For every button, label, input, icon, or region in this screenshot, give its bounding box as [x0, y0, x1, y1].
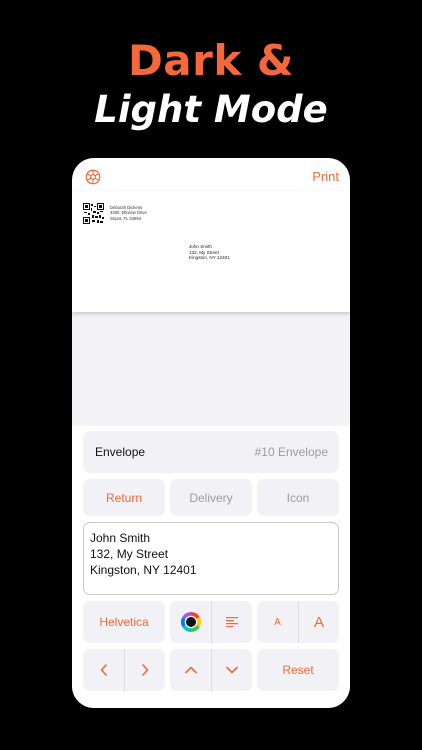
return-address: Deborah Dickens 3280, Elkview Drive Stua… [110, 205, 147, 221]
move-down-button[interactable] [212, 649, 252, 691]
chevron-left-icon [100, 664, 107, 676]
chevron-down-icon [226, 666, 238, 674]
envelope-type-value: #10 Envelope [254, 445, 328, 459]
envelope-type-label: Envelope [95, 445, 146, 459]
address-line: John Smith [90, 531, 151, 545]
font-size-decrease-button[interactable]: A [257, 601, 298, 643]
font-size-group: A A [257, 601, 339, 643]
top-toolbar: Print [72, 158, 350, 192]
horizontal-nudge-group [83, 649, 165, 691]
color-align-group [170, 601, 252, 643]
segment-return[interactable]: Return [83, 479, 165, 516]
delivery-address-line: Kingston, NY 12401 [189, 255, 230, 261]
move-right-button[interactable] [125, 649, 165, 691]
address-text-editor[interactable]: John Smith 132, My Street Kingston, NY 1… [83, 522, 339, 595]
color-wheel-icon [180, 612, 201, 632]
return-address-line: 3280, Elkview Drive [110, 210, 147, 216]
qr-code-icon [83, 203, 104, 224]
gear-icon[interactable] [84, 168, 102, 186]
print-button[interactable]: Print [312, 169, 339, 184]
color-button[interactable] [170, 601, 211, 643]
font-size-increase-button[interactable]: A [299, 601, 339, 643]
envelope-preview: Deborah Dickens 3280, Elkview Drive Stua… [72, 191, 350, 312]
address-line: Kingston, NY 12401 [90, 563, 197, 577]
address-line: 132, My Street [90, 547, 169, 561]
align-button[interactable] [212, 601, 252, 643]
segment-icon[interactable]: Icon [257, 479, 339, 516]
font-picker-button[interactable]: Helvetica [83, 601, 165, 643]
align-left-icon [226, 617, 238, 627]
reset-button[interactable]: Reset [257, 649, 339, 691]
phone-screen: Print Deborah Dickens 3280, Elkview Driv… [72, 158, 350, 708]
headline-subtitle: Light Mode [94, 88, 328, 131]
headline-title: Dark & [127, 36, 295, 85]
segment-delivery[interactable]: Delivery [170, 479, 252, 516]
chevron-up-icon [184, 666, 197, 674]
vertical-nudge-group [170, 649, 252, 691]
delivery-address: John Smith 132, My Street Kingston, NY 1… [189, 244, 230, 261]
move-up-button[interactable] [170, 649, 211, 691]
return-address-line: Stuart, FL 34994 [110, 215, 142, 221]
move-left-button[interactable] [83, 649, 124, 691]
envelope-type-selector[interactable]: Envelope #10 Envelope [83, 431, 339, 473]
envelope-preview-area: Deborah Dickens 3280, Elkview Drive Stua… [72, 191, 350, 426]
controls-panel: Envelope #10 Envelope Return Delivery Ic… [72, 426, 350, 708]
chevron-right-icon [142, 664, 149, 676]
